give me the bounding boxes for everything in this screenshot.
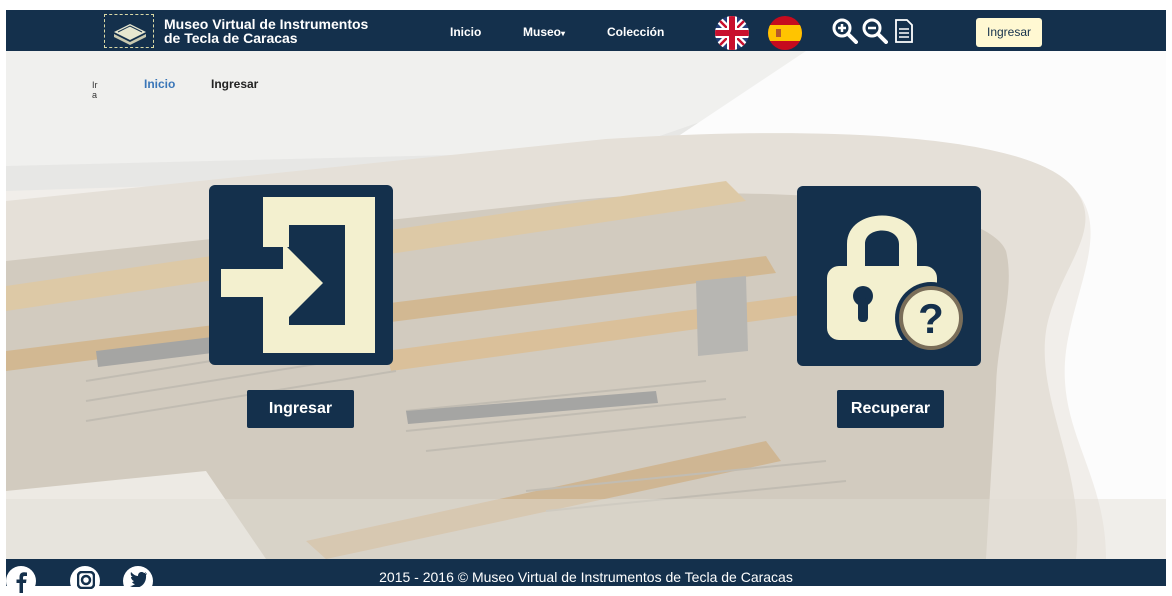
zoom-out-icon[interactable] bbox=[862, 18, 888, 49]
site-title-line2: de Tecla de Caracas bbox=[164, 30, 298, 46]
site-title[interactable]: Museo Virtual de Instrumentos de Tecla d… bbox=[164, 17, 368, 45]
svg-text:?: ? bbox=[918, 295, 944, 342]
header-login-button[interactable]: Ingresar bbox=[976, 18, 1042, 47]
zoom-in-icon[interactable] bbox=[832, 18, 858, 49]
piano-background-image bbox=[6, 51, 1166, 559]
recover-button[interactable]: Recuperar bbox=[837, 390, 944, 428]
spanish-flag[interactable] bbox=[768, 16, 802, 50]
uk-flag-icon bbox=[715, 16, 749, 50]
breadcrumb-current: Ingresar bbox=[211, 77, 259, 91]
nav-museo[interactable]: Museo▾ bbox=[523, 25, 565, 39]
site-logo[interactable] bbox=[104, 14, 154, 48]
breadcrumb-home-link[interactable]: Inicio bbox=[144, 77, 175, 91]
site-title-line1: Museo Virtual de Instrumentos bbox=[164, 16, 369, 32]
login-card[interactable] bbox=[209, 185, 393, 365]
spain-flag-icon bbox=[768, 16, 802, 50]
caret-down-icon: ▾ bbox=[561, 29, 566, 38]
book-icon bbox=[114, 24, 146, 45]
nav-coleccion[interactable]: Colección bbox=[607, 25, 664, 39]
hero-background bbox=[6, 51, 1166, 559]
nav-inicio[interactable]: Inicio bbox=[450, 25, 481, 39]
login-icon bbox=[221, 197, 375, 353]
recover-card[interactable]: ? bbox=[797, 186, 981, 366]
document-icon[interactable] bbox=[894, 18, 914, 49]
footer-copyright: 2015 - 2016 © Museo Virtual de Instrumen… bbox=[379, 569, 793, 585]
english-flag[interactable] bbox=[715, 16, 749, 50]
login-button[interactable]: Ingresar bbox=[247, 390, 354, 428]
lock-question-icon: ? bbox=[827, 215, 967, 354]
nav-museo-label: Museo bbox=[523, 25, 562, 39]
breadcrumb-prefix: Ir a bbox=[92, 80, 98, 100]
